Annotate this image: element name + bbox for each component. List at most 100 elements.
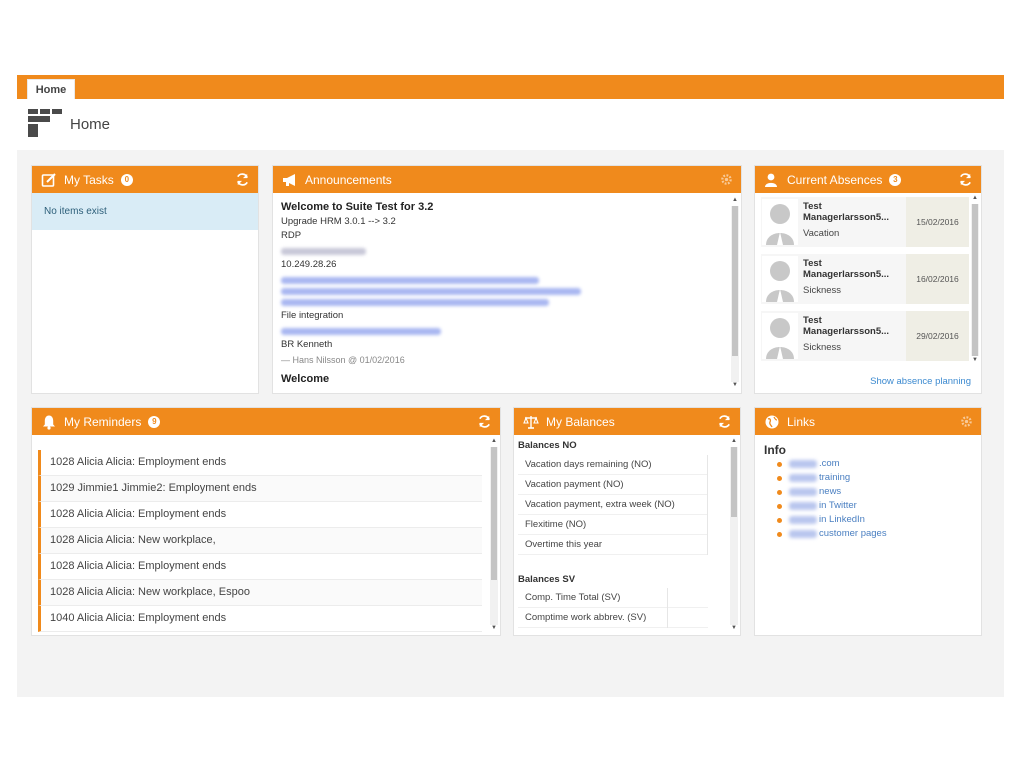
absence-row[interactable]: Test Managerlarsson5... Sickness 29/02/20… — [761, 311, 969, 361]
redacted-link[interactable] — [281, 298, 549, 306]
reminder-item[interactable]: 1028 Alicia Alicia: New workplace, — [38, 528, 482, 554]
refresh-icon[interactable] — [717, 414, 732, 429]
reminder-item[interactable]: 1040 Alicia Alicia: Employment ends — [38, 606, 482, 632]
bell-icon — [41, 414, 57, 430]
bullet-icon — [777, 462, 782, 467]
balance-value-cell — [667, 588, 668, 608]
bullet-icon — [777, 476, 782, 481]
refresh-icon[interactable] — [958, 172, 973, 187]
announcements-header: Announcements — [273, 166, 741, 193]
scroll-down-arrow[interactable]: ▼ — [730, 625, 738, 631]
scroll-up-arrow[interactable]: ▲ — [730, 438, 738, 444]
balance-value-cell — [707, 475, 708, 495]
announcement-signoff: BR Kenneth — [281, 339, 333, 350]
tasks-count-badge: 0 — [120, 173, 133, 186]
reminder-item[interactable]: 1028 Alicia Alicia: New workplace, Espoo — [38, 580, 482, 606]
reminders-panel: My Reminders 9 1028 Alicia Alicia: Emplo… — [31, 407, 501, 636]
gear-icon[interactable] — [720, 173, 733, 186]
reminder-item[interactable]: 1029 Jimmie1 Jimmie2: Employment ends — [38, 476, 482, 502]
page-title: Home — [70, 116, 111, 133]
announcements-panel: Announcements Welcome to Suite Test for … — [272, 165, 742, 394]
balances-group-heading: Balances NO — [518, 440, 577, 451]
refresh-icon[interactable] — [477, 414, 492, 429]
scroll-thumb[interactable] — [732, 206, 738, 356]
scroll-up-arrow[interactable]: ▲ — [490, 438, 498, 444]
tab-home[interactable]: Home — [27, 79, 75, 99]
scroll-down-arrow[interactable]: ▼ — [971, 357, 979, 363]
scroll-thumb[interactable] — [972, 204, 978, 356]
balance-value-cell — [707, 535, 708, 555]
scroll-up-arrow[interactable]: ▲ — [731, 197, 739, 203]
balance-label: Vacation payment (NO) — [525, 479, 624, 490]
show-absence-planning-link[interactable]: Show absence planning — [870, 376, 971, 387]
balance-label: Overtime this year — [525, 539, 603, 550]
balance-value-cell — [667, 608, 668, 628]
absence-date: 16/02/2016 — [906, 254, 969, 304]
reminder-item[interactable]: 1028 Alicia Alicia: Employment ends — [38, 502, 482, 528]
balance-value-cell — [707, 515, 708, 535]
balance-row: Comp. Time Total (SV) — [518, 588, 708, 608]
avatar-icon — [762, 313, 798, 359]
announcement-line: File integration — [281, 310, 344, 321]
reminder-item[interactable]: 1028 Alicia Alicia: Employment ends — [38, 450, 482, 476]
announcement-content: Welcome to Suite Test for 3.2 Upgrade HR… — [273, 193, 741, 393]
absences-panel: Current Absences 3 Test Managerlarsson5..… — [754, 165, 982, 394]
absence-row[interactable]: Test Managerlarsson5... Vacation 15/02/20… — [761, 197, 969, 247]
links-group-heading: Info — [764, 443, 786, 457]
balance-row: Comptime work abbrev. (SV) — [518, 608, 708, 628]
balances-group-heading: Balances SV — [518, 574, 576, 585]
announcement-next-heading: Welcome — [281, 373, 330, 385]
balance-label: Flexitime (NO) — [525, 519, 587, 530]
balance-value-cell — [707, 495, 708, 515]
reminders-title: My Reminders — [64, 414, 142, 429]
bullet-icon — [777, 518, 782, 523]
scroll-thumb[interactable] — [491, 447, 497, 580]
scroll-down-arrow[interactable]: ▼ — [731, 382, 739, 388]
reminders-scrollbar[interactable] — [490, 447, 498, 625]
links-header: Links — [755, 408, 981, 435]
dashboard-icon — [28, 109, 62, 137]
scroll-up-arrow[interactable]: ▲ — [971, 195, 979, 201]
links-title: Links — [787, 414, 816, 429]
balance-value-cell — [707, 455, 708, 475]
bullet-icon — [777, 490, 782, 495]
balance-label: Vacation days remaining (NO) — [525, 459, 652, 470]
announcements-title: Announcements — [305, 172, 392, 187]
globe-icon — [764, 414, 780, 430]
redacted-text — [789, 460, 817, 468]
redacted-text — [281, 247, 366, 255]
announcement-line: Upgrade HRM 3.0.1 --> 3.2 — [281, 215, 396, 227]
scroll-thumb[interactable] — [731, 447, 737, 517]
reminder-item[interactable]: 1028 Alicia Alicia: Employment ends — [38, 554, 482, 580]
redacted-link[interactable] — [281, 287, 581, 295]
avatar-icon — [762, 256, 798, 302]
scroll-down-arrow[interactable]: ▼ — [490, 625, 498, 631]
balances-panel: My Balances Balances NO Vacation days re… — [513, 407, 741, 636]
balances-scrollbar[interactable] — [730, 447, 738, 625]
balance-row: Vacation payment, extra week (NO) — [518, 495, 708, 515]
redacted-text — [789, 474, 817, 482]
gear-icon[interactable] — [960, 415, 973, 428]
announcements-scrollbar[interactable] — [731, 206, 739, 382]
absence-employee-name: Test Managerlarsson5... — [803, 201, 890, 223]
redacted-text — [789, 530, 817, 538]
absence-date: 15/02/2016 — [906, 197, 969, 247]
absence-row[interactable]: Test Managerlarsson5... Sickness 16/02/20… — [761, 254, 969, 304]
announcement-heading: Welcome to Suite Test for 3.2 — [281, 201, 434, 213]
redacted-link[interactable] — [281, 276, 539, 284]
redacted-link[interactable] — [281, 327, 441, 335]
person-icon — [764, 172, 780, 188]
absence-employee-name: Test Managerlarsson5... — [803, 258, 890, 280]
reminders-count-badge: 9 — [148, 415, 161, 428]
tasks-title: My Tasks — [64, 172, 114, 187]
absences-count-badge: 3 — [889, 173, 902, 186]
absence-type: Sickness — [803, 342, 842, 353]
absences-scrollbar[interactable] — [971, 204, 979, 356]
refresh-icon[interactable] — [235, 172, 250, 187]
balances-title: My Balances — [546, 414, 615, 429]
reminders-header: My Reminders 9 — [32, 408, 500, 435]
absence-employee-name: Test Managerlarsson5... — [803, 315, 890, 337]
absences-title: Current Absences — [787, 172, 883, 187]
tasks-header: My Tasks 0 — [32, 166, 258, 193]
bullet-icon — [777, 504, 782, 509]
